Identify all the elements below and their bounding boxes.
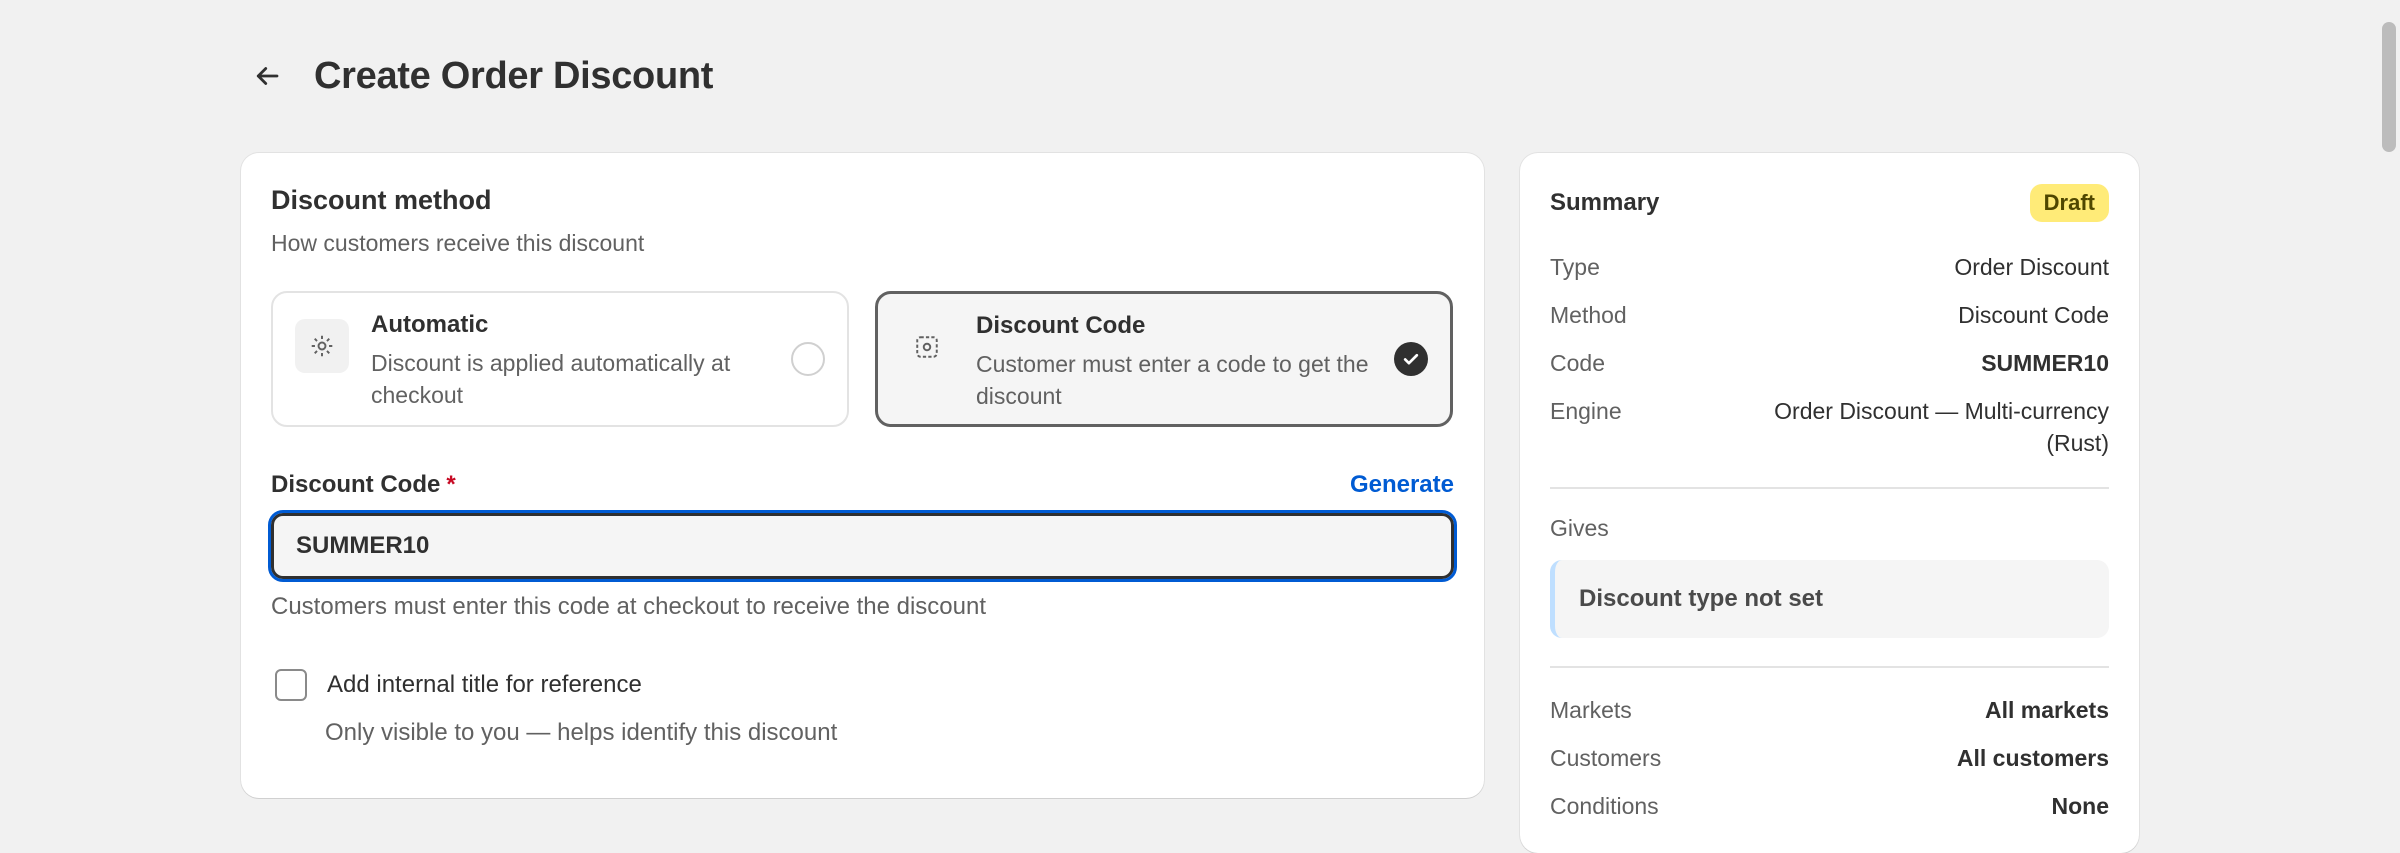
divider: [1550, 666, 2109, 668]
summary-key: Engine: [1550, 398, 1622, 424]
summary-row-type: Type Order Discount: [1550, 251, 2109, 283]
summary-row-markets: Markets All markets: [1550, 694, 2109, 726]
divider: [1550, 487, 2109, 489]
scrollbar-thumb[interactable]: [2382, 22, 2396, 152]
summary-key: Conditions: [1550, 793, 1659, 819]
gives-value: Discount type not set: [1550, 560, 2109, 638]
method-description: Discount is applied automatically at che…: [371, 350, 731, 408]
required-mark: *: [446, 471, 456, 498]
summary-card: Summary Draft Type Order Discount Method…: [1520, 153, 2139, 853]
summary-key: Type: [1550, 254, 1600, 280]
method-title: Discount Code: [976, 312, 1146, 339]
summary-value: All customers: [1956, 745, 2109, 771]
code-icon: [900, 320, 954, 374]
summary-rows: Type Order Discount Method Discount Code…: [1550, 251, 2109, 459]
radio-automatic[interactable]: [791, 342, 825, 376]
status-badge: Draft: [2029, 184, 2109, 222]
summary-title: Summary: [1550, 189, 1660, 216]
summary-row-code: Code SUMMER10: [1550, 347, 2109, 379]
radio-discount-code[interactable]: [1394, 342, 1428, 376]
summary-value: All markets: [1984, 697, 2109, 723]
summary-row-customers: Customers All customers: [1550, 742, 2109, 774]
summary-key: Markets: [1550, 697, 1632, 723]
discount-method-card: Discount method How customers receive th…: [241, 153, 1484, 798]
checkmark-icon: [1403, 353, 1419, 365]
internal-title-checkbox[interactable]: [275, 669, 307, 701]
back-button[interactable]: [240, 49, 294, 103]
summary-value: Order Discount — Multi-currency (Rust): [1774, 398, 2109, 456]
page-scrollbar[interactable]: [2378, 0, 2400, 814]
internal-title-row: Add internal title for reference: [271, 669, 1454, 701]
method-options: Automatic Discount is applied automatica…: [271, 291, 1454, 427]
discount-code-field-header: Discount Code * Generate: [271, 471, 1454, 499]
summary-key: Customers: [1550, 745, 1662, 771]
discount-code-label: Discount Code *: [271, 471, 456, 498]
summary-value: SUMMER10: [1981, 350, 2109, 376]
summary-value: Discount Code: [1958, 302, 2109, 328]
summary-row-conditions: Conditions None: [1550, 790, 2109, 822]
summary-key: Code: [1550, 350, 1605, 376]
section-title: Discount method: [271, 185, 492, 215]
generate-button[interactable]: Generate: [1350, 471, 1454, 499]
method-title: Automatic: [371, 311, 489, 338]
summary-row-method: Method Discount Code: [1550, 299, 2109, 331]
summary-row-engine: Engine Order Discount — Multi-currency (…: [1550, 395, 2109, 459]
discount-code-input[interactable]: [268, 510, 1457, 582]
section-subtitle: How customers receive this discount: [271, 230, 645, 256]
gives-label: Gives: [1550, 515, 1609, 541]
page-title: Create Order Discount: [314, 54, 714, 97]
page-header: Create Order Discount: [240, 44, 713, 108]
arrow-left-icon: [256, 67, 279, 85]
gear-icon: [295, 319, 349, 373]
summary-rows-secondary: Markets All markets Customers All custom…: [1550, 694, 2109, 822]
internal-title-help: Only visible to you — helps identify thi…: [325, 719, 838, 746]
summary-value: None: [2051, 793, 2110, 819]
method-option-automatic[interactable]: Automatic Discount is applied automatica…: [271, 291, 849, 427]
method-description: Customer must enter a code to get the di…: [976, 351, 1369, 409]
summary-value: Order Discount: [1954, 254, 2109, 280]
method-option-discount-code[interactable]: Discount Code Customer must enter a code…: [875, 291, 1453, 427]
summary-key: Method: [1550, 302, 1627, 328]
discount-code-help: Customers must enter this code at checko…: [271, 593, 987, 620]
internal-title-label[interactable]: Add internal title for reference: [327, 671, 642, 699]
